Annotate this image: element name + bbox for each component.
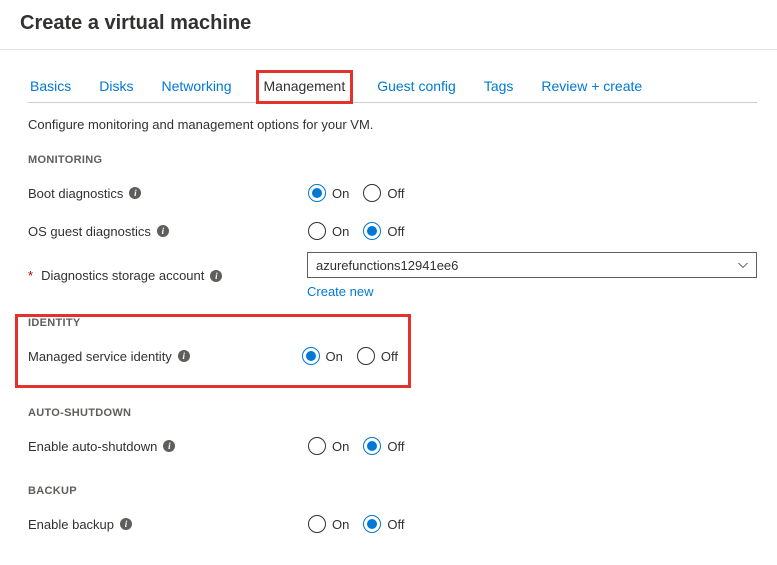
radio-auto-shutdown: On Off — [308, 437, 404, 455]
row-boot-diagnostics: Boot diagnostics i On Off — [28, 176, 757, 210]
radio-label: On — [326, 349, 343, 364]
radio-label: On — [332, 224, 349, 239]
info-icon[interactable]: i — [163, 440, 175, 452]
info-icon[interactable]: i — [210, 270, 222, 282]
info-icon[interactable]: i — [178, 350, 190, 362]
radio-auto-shutdown-off[interactable]: Off — [363, 437, 404, 455]
row-storage-account: * Diagnostics storage account i azurefun… — [28, 252, 757, 299]
tab-guest-config[interactable]: Guest config — [375, 72, 458, 102]
radio-label: On — [332, 517, 349, 532]
radio-boot-diag-on[interactable]: On — [308, 184, 349, 202]
row-enable-auto-shutdown: Enable auto-shutdown i On Off — [28, 429, 757, 463]
tab-basics[interactable]: Basics — [28, 72, 73, 102]
radio-boot-diag-off[interactable]: Off — [363, 184, 404, 202]
radio-msi-off[interactable]: Off — [357, 347, 398, 365]
radio-label: Off — [381, 349, 398, 364]
label-storage-account: Diagnostics storage account — [41, 268, 204, 283]
radio-os-guest-on[interactable]: On — [308, 222, 349, 240]
radio-backup-off[interactable]: Off — [363, 515, 404, 533]
tab-tags[interactable]: Tags — [482, 72, 516, 102]
row-os-guest-diagnostics: OS guest diagnostics i On Off — [28, 214, 757, 248]
tab-description: Configure monitoring and management opti… — [28, 117, 757, 132]
radio-msi-on[interactable]: On — [302, 347, 343, 365]
tab-disks[interactable]: Disks — [97, 72, 135, 102]
page-title: Create a virtual machine — [0, 0, 777, 50]
section-auto-shutdown: AUTO-SHUTDOWN — [28, 407, 757, 419]
radio-label: On — [332, 186, 349, 201]
tabs: Basics Disks Networking Management Guest… — [28, 72, 757, 103]
tab-review-create[interactable]: Review + create — [539, 72, 644, 102]
radio-backup-on[interactable]: On — [308, 515, 349, 533]
chevron-down-icon — [738, 263, 748, 268]
tab-management[interactable]: Management — [258, 72, 352, 102]
label-enable-auto-shutdown: Enable auto-shutdown — [28, 439, 157, 454]
tab-networking[interactable]: Networking — [159, 72, 233, 102]
section-identity: IDENTITY — [28, 317, 398, 329]
row-managed-service-identity: Managed service identity i On Off — [28, 339, 398, 373]
section-monitoring: MONITORING — [28, 154, 757, 166]
radio-label: Off — [387, 517, 404, 532]
select-storage-account[interactable]: azurefunctions12941ee6 — [307, 252, 757, 278]
identity-highlight-box: IDENTITY Managed service identity i On O… — [18, 317, 408, 385]
radio-label: Off — [387, 439, 404, 454]
radio-os-guest: On Off — [308, 222, 404, 240]
section-backup: BACKUP — [28, 485, 757, 497]
info-icon[interactable]: i — [129, 187, 141, 199]
radio-auto-shutdown-on[interactable]: On — [308, 437, 349, 455]
info-icon[interactable]: i — [120, 518, 132, 530]
row-enable-backup: Enable backup i On Off — [28, 507, 757, 541]
info-icon[interactable]: i — [157, 225, 169, 237]
label-managed-service-identity: Managed service identity — [28, 349, 172, 364]
radio-label: On — [332, 439, 349, 454]
label-os-guest-diagnostics: OS guest diagnostics — [28, 224, 151, 239]
radio-label: Off — [387, 224, 404, 239]
label-enable-backup: Enable backup — [28, 517, 114, 532]
select-storage-value: azurefunctions12941ee6 — [316, 258, 458, 273]
link-create-new[interactable]: Create new — [307, 284, 373, 299]
radio-os-guest-off[interactable]: Off — [363, 222, 404, 240]
required-marker: * — [28, 268, 33, 283]
radio-label: Off — [387, 186, 404, 201]
radio-boot-diagnostics: On Off — [308, 184, 404, 202]
radio-backup: On Off — [308, 515, 404, 533]
label-boot-diagnostics: Boot diagnostics — [28, 186, 123, 201]
radio-msi: On Off — [302, 347, 398, 365]
